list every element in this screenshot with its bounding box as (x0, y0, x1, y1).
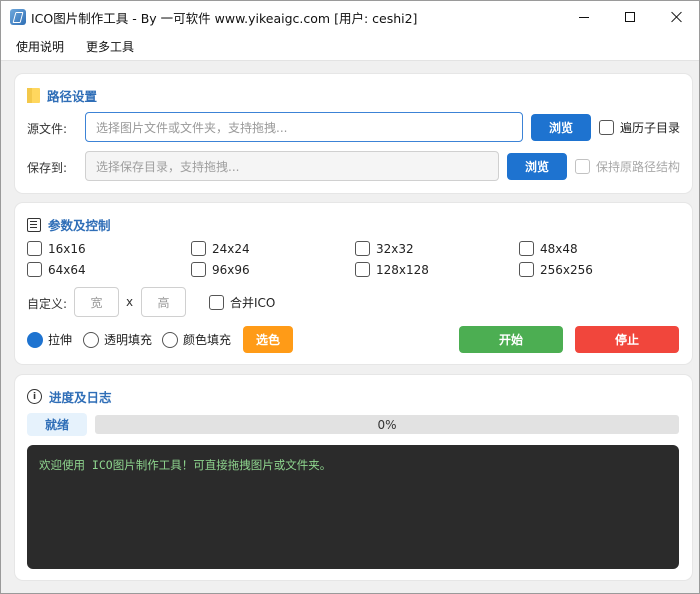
fill-mode-transparent-radio[interactable]: 透明填充 (83, 331, 152, 348)
progress-log-title: i 进度及日志 (27, 387, 112, 406)
close-button[interactable] (653, 1, 699, 33)
app-logo-icon (10, 9, 26, 25)
recurse-subdirs-label: 遍历子目录 (620, 121, 681, 135)
log-text: 欢迎使用 ICO图片制作工具！可直接拖拽图片或文件夹。 (39, 458, 332, 472)
recurse-subdirs-checkbox[interactable]: 遍历子目录 (599, 119, 680, 136)
app-window: ICO图片制作工具 - By 一可软件 www.yikeaigc.com [用户… (0, 0, 700, 594)
source-input-placeholder: 选择图片文件或文件夹，支持拖拽... (96, 120, 288, 135)
size-checkbox-24[interactable]: 24x24 (191, 241, 250, 256)
progress-log-panel: i 进度及日志 就绪 0% 欢迎使用 ICO图片制作工具！可直接拖拽图片或文件夹… (15, 375, 692, 580)
progress-text: 0% (377, 417, 397, 432)
size-checkbox-32[interactable]: 32x32 (355, 241, 414, 256)
fill-mode-label: 颜色填充 (183, 333, 232, 347)
save-browse-button[interactable]: 浏览 (507, 153, 567, 180)
save-dir-input[interactable]: 选择保存目录，支持拖拽... (85, 151, 499, 181)
log-output[interactable]: 欢迎使用 ICO图片制作工具！可直接拖拽图片或文件夹。 (27, 445, 679, 569)
size-checkbox-box[interactable] (191, 241, 206, 256)
merge-ico-checkbox[interactable]: 合并ICO (209, 294, 275, 311)
fill-mode-label: 拉伸 (48, 333, 73, 347)
radio-dot[interactable] (162, 331, 178, 348)
keep-structure-label: 保持原路径结构 (596, 160, 681, 174)
radio-dot[interactable] (27, 331, 43, 348)
save-label: 保存到: (27, 161, 68, 175)
size-checkbox-box[interactable] (27, 241, 42, 256)
radio-dot[interactable] (83, 331, 99, 348)
size-checkbox-16[interactable]: 16x16 (27, 241, 86, 256)
recurse-subdirs-box[interactable] (599, 120, 614, 135)
size-label: 16x16 (48, 241, 86, 256)
params-title-text: 参数及控制 (48, 218, 111, 233)
size-checkbox-box[interactable] (519, 262, 534, 277)
list-icon (27, 217, 41, 232)
progress-bar: 0% (95, 415, 679, 434)
size-label: 32x32 (376, 241, 414, 256)
merge-ico-label: 合并ICO (230, 296, 276, 310)
size-checkbox-box[interactable] (191, 262, 206, 277)
size-label: 24x24 (212, 241, 250, 256)
size-label: 64x64 (48, 262, 86, 277)
progress-log-title-text: 进度及日志 (49, 390, 112, 405)
path-settings-panel: 路径设置 源文件: 选择图片文件或文件夹，支持拖拽... 浏览 遍历子目录 保存… (15, 74, 692, 193)
size-checkbox-48[interactable]: 48x48 (519, 241, 578, 256)
params-panel: 参数及控制 16x16 24x24 32x32 48x48 64x64 96x9… (15, 203, 692, 364)
custom-height-input[interactable]: 高 (141, 287, 186, 317)
custom-size-label: 自定义: (27, 297, 68, 311)
maximize-icon (625, 12, 635, 22)
size-label: 96x96 (212, 262, 250, 277)
window-title: ICO图片制作工具 - By 一可软件 www.yikeaigc.com [用户… (31, 10, 418, 26)
minimize-icon (579, 16, 589, 18)
size-checkbox-128[interactable]: 128x128 (355, 262, 429, 277)
size-checkbox-box[interactable] (355, 241, 370, 256)
pick-color-button[interactable]: 选色 (243, 326, 293, 353)
size-label: 48x48 (540, 241, 578, 256)
size-label: 256x256 (540, 262, 593, 277)
fill-mode-stretch-radio[interactable]: 拉伸 (27, 331, 72, 348)
start-button[interactable]: 开始 (459, 326, 563, 353)
size-checkbox-256[interactable]: 256x256 (519, 262, 593, 277)
menu-item-more-tools[interactable]: 更多工具 (79, 38, 141, 55)
window-controls (561, 1, 699, 33)
size-checkbox-64[interactable]: 64x64 (27, 262, 86, 277)
keep-structure-checkbox[interactable]: 保持原路径结构 (575, 158, 680, 175)
status-badge: 就绪 (27, 413, 87, 436)
source-label: 源文件: (27, 122, 68, 136)
path-settings-title: 路径设置 (27, 86, 97, 105)
size-label: 128x128 (376, 262, 429, 277)
folder-icon (27, 88, 40, 103)
title-bar: ICO图片制作工具 - By 一可软件 www.yikeaigc.com [用户… (1, 1, 699, 33)
source-input[interactable]: 选择图片文件或文件夹，支持拖拽... (85, 112, 523, 142)
maximize-button[interactable] (607, 1, 653, 33)
size-checkbox-96[interactable]: 96x96 (191, 262, 250, 277)
custom-width-placeholder: 宽 (90, 295, 103, 310)
custom-width-input[interactable]: 宽 (74, 287, 119, 317)
keep-structure-box[interactable] (575, 159, 590, 174)
close-icon (670, 11, 682, 23)
fill-mode-label: 透明填充 (104, 333, 153, 347)
info-icon: i (27, 389, 42, 404)
params-title: 参数及控制 (27, 215, 111, 234)
merge-ico-box[interactable] (209, 295, 224, 310)
menu-item-help[interactable]: 使用说明 (9, 38, 71, 55)
fill-mode-color-radio[interactable]: 颜色填充 (162, 331, 231, 348)
menu-bar: 使用说明 更多工具 (1, 33, 699, 61)
custom-size-times: x (126, 295, 134, 309)
save-dir-placeholder: 选择保存目录，支持拖拽... (96, 159, 240, 174)
source-browse-button[interactable]: 浏览 (531, 114, 591, 141)
size-checkbox-box[interactable] (355, 262, 370, 277)
size-checkbox-box[interactable] (27, 262, 42, 277)
size-checkbox-box[interactable] (519, 241, 534, 256)
stop-button[interactable]: 停止 (575, 326, 679, 353)
path-settings-title-text: 路径设置 (47, 89, 98, 104)
minimize-button[interactable] (561, 1, 607, 33)
custom-height-placeholder: 高 (157, 295, 170, 310)
